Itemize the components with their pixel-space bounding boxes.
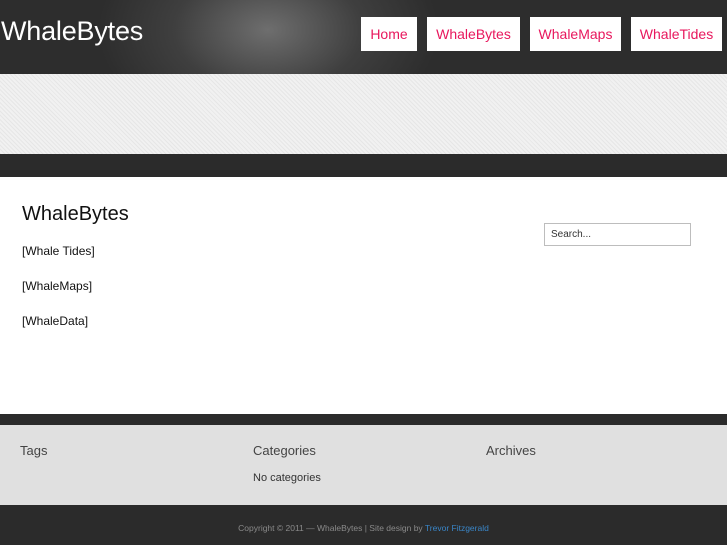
page-title: WhaleBytes	[22, 203, 129, 225]
nav-item-whalebytes[interactable]: WhaleBytes	[427, 17, 520, 51]
designer-credit-link[interactable]: Trevor Fitzgerald	[425, 523, 489, 533]
copyright-text: Copyright © 2011 — WhaleBytes | Site des…	[238, 523, 425, 533]
footer-bottom: Copyright © 2011 — WhaleBytes | Site des…	[0, 505, 727, 545]
nav-item-whaletides[interactable]: WhaleTides	[631, 17, 722, 51]
main-nav: Home WhaleBytes WhaleMaps WhaleTides	[0, 17, 727, 51]
link-whalemaps[interactable]: [WhaleMaps]	[22, 278, 92, 294]
search-input[interactable]	[544, 223, 691, 246]
banner-band	[0, 74, 727, 154]
categories-empty-text: No categories	[253, 472, 321, 484]
nav-item-home[interactable]: Home	[361, 17, 417, 51]
categories-widget-title: Categories	[253, 443, 316, 458]
link-whale-tides[interactable]: [Whale Tides]	[22, 243, 95, 259]
link-whaledata[interactable]: [WhaleData]	[22, 313, 88, 329]
footer-widgets: Tags Categories No categories Archives	[0, 425, 727, 505]
site-header: WhaleBytes Home WhaleBytes WhaleMaps Wha…	[0, 0, 727, 74]
nav-item-whalemaps[interactable]: WhaleMaps	[530, 17, 621, 51]
copyright-line: Copyright © 2011 — WhaleBytes | Site des…	[0, 523, 727, 533]
header-divider-bar	[0, 154, 727, 177]
archives-widget-title: Archives	[486, 443, 536, 458]
footer-divider-bar	[0, 414, 727, 425]
tags-widget-title: Tags	[20, 443, 48, 458]
